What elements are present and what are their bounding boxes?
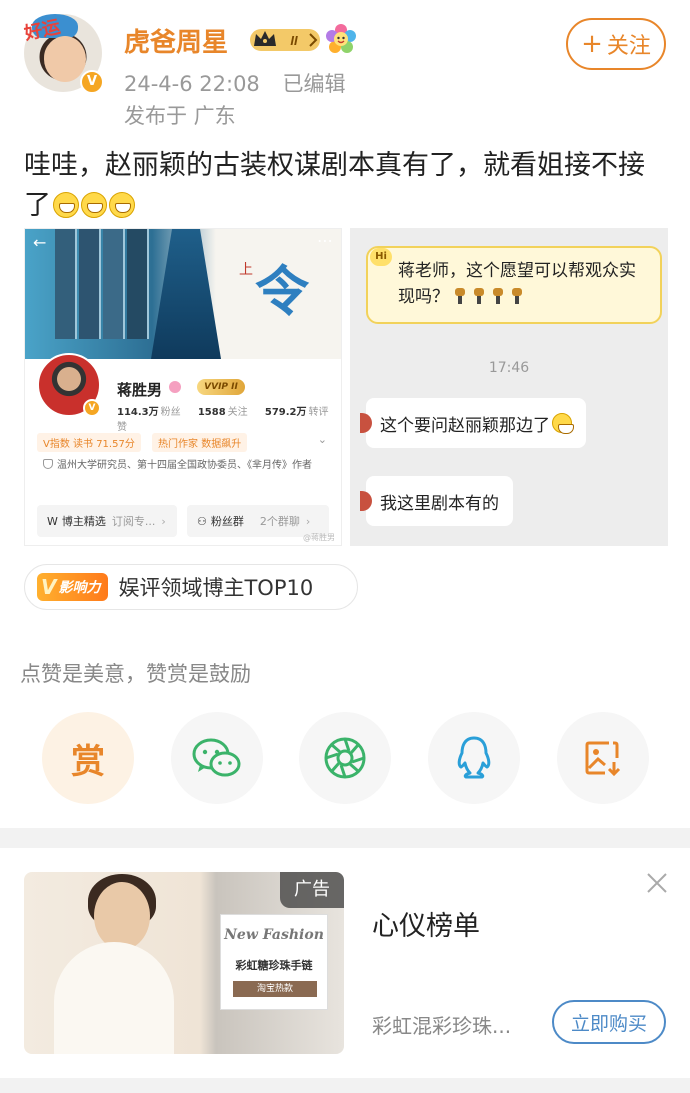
image-watermark: @蒋胜男	[303, 533, 335, 542]
book-volume-glyph: 上	[239, 262, 253, 278]
ad-description: 彩虹混彩珍珠...	[372, 1014, 512, 1038]
stat-following: 1588 关注	[197, 407, 248, 418]
profile-avatar: V	[37, 353, 101, 417]
ad-model-body	[54, 942, 174, 1054]
share-wechat-button[interactable]	[171, 712, 263, 804]
post-body: 哇哇，赵丽颖的古装权谋剧本真有了，就看姐接不接了	[24, 146, 668, 226]
grin-emoji-icon	[552, 413, 574, 434]
grin-emoji-icon	[53, 192, 79, 218]
cheer-icon	[452, 288, 468, 304]
qq-icon	[457, 736, 491, 779]
ad-card-button: 淘宝热款	[233, 981, 317, 997]
post-image-profile-screenshot[interactable]: 令 上 ← ⋯ V 蒋胜男 VVIP II 114.3万 粉丝 1588 关注 57…	[24, 228, 342, 546]
profile-bio: 温州大学研究员、第十四届全国政协委员、《芈月传》作者	[43, 459, 333, 473]
ad-model-face	[94, 882, 150, 950]
author-avatar[interactable]: 好运 V	[23, 14, 104, 94]
profile-tags: V指数 读书 71.57分 热门作家 数据飙升	[37, 433, 255, 452]
featured-button: 𝖶 博主精选 订阅专... ›	[37, 505, 177, 537]
edited-label[interactable]: 已编辑	[282, 72, 345, 96]
ad-image[interactable]: New Fashion 彩虹糖珍珠手链 淘宝热款 广告	[24, 872, 344, 1054]
buy-now-button[interactable]: 立即购买	[552, 1000, 666, 1044]
profile-tag: V指数 读书 71.57分	[37, 433, 141, 452]
share-moments-button[interactable]	[299, 712, 391, 804]
sender-avatar	[360, 491, 372, 511]
ad-product-card: New Fashion 彩虹糖珍珠手链 淘宝热款	[220, 914, 328, 1010]
sender-avatar	[360, 413, 372, 433]
post-meta: 24-4-6 22:08 已编辑	[124, 68, 361, 98]
share-qq-button[interactable]	[428, 712, 520, 804]
reward-icon: 赏	[71, 741, 105, 782]
book-spine	[127, 229, 149, 339]
shield-icon	[43, 459, 53, 469]
book-spine	[79, 229, 101, 339]
cheer-icon	[509, 288, 525, 304]
save-image-icon	[585, 741, 621, 777]
more-icon[interactable]: ⋯	[317, 231, 333, 250]
member-level-text: II	[290, 33, 298, 48]
section-divider	[0, 828, 690, 848]
chevron-down-icon: ⌄	[317, 433, 327, 446]
verified-badge-icon: V	[80, 70, 104, 94]
profile-stats: 114.3万 粉丝 1588 关注 579.2万 转评赞	[117, 403, 341, 433]
avatar-face	[44, 36, 86, 82]
bookmark-icon: 𝖶	[47, 514, 58, 528]
ad-title[interactable]: 心仪榜单	[372, 904, 480, 943]
post-image-chat-screenshot[interactable]: 蒋老师，这个愿望可以帮观众实现吗？ Hi 17:46 这个要问赵丽颖那边了 我这…	[350, 228, 668, 546]
stat-followers: 114.3万 粉丝	[117, 407, 181, 418]
plus-icon: +	[581, 29, 603, 59]
chat-question-bubble: 蒋老师，这个愿望可以帮观众实现吗？	[366, 246, 662, 324]
grin-emoji-icon	[109, 192, 135, 218]
ad-card-title: New Fashion	[224, 927, 324, 943]
wechat-icon	[192, 738, 241, 777]
moments-icon	[324, 737, 366, 779]
vvip-badge: VVIP II	[197, 379, 245, 395]
profile-name: 蒋胜男	[117, 381, 163, 399]
back-arrow-icon[interactable]: ←	[33, 233, 46, 252]
figure-costume	[151, 229, 221, 359]
group-icon: ⚇	[197, 514, 207, 528]
profile-banner: 令 上 ← ⋯	[25, 229, 341, 359]
book-spine	[55, 229, 77, 339]
grin-emoji-icon	[81, 192, 107, 218]
save-image-button[interactable]	[557, 712, 649, 804]
book-spine	[103, 229, 125, 339]
post-timestamp: 24-4-6 22:08	[124, 72, 260, 96]
gender-icon	[169, 381, 181, 393]
hi-sticker: Hi	[370, 248, 392, 266]
author-name[interactable]: 虎爸周星	[124, 22, 228, 59]
close-icon[interactable]	[642, 868, 672, 898]
follow-button[interactable]: + 关注	[566, 18, 666, 70]
chat-time: 17:46	[488, 360, 530, 376]
cheer-icon	[490, 288, 506, 304]
ad-label: 广告	[280, 872, 344, 908]
influence-text: 娱评领域博主TOP10	[118, 576, 314, 600]
flower-emoji-icon	[326, 24, 356, 53]
influence-badge: V 影响力	[37, 573, 109, 601]
profile-tag: 热门作家 数据飙升	[152, 433, 248, 452]
member-level-badge-icon: II	[250, 29, 320, 51]
influence-tag[interactable]: V 影响力 娱评领域博主TOP10	[24, 564, 358, 610]
verified-badge-icon: V	[83, 399, 101, 417]
follow-label: 关注	[606, 34, 651, 59]
book-title-glyph: 令	[255, 260, 309, 323]
bottom-divider	[0, 1078, 690, 1093]
post-location: 发布于 广东	[124, 104, 236, 128]
chat-reply-bubble: 这个要问赵丽颖那边了	[360, 398, 586, 448]
chat-reply-bubble: 我这里剧本有的	[360, 476, 513, 526]
cheer-icon	[471, 288, 487, 304]
reward-button[interactable]: 赏	[42, 712, 134, 804]
reward-hint: 点赞是美意，赞赏是鼓励	[20, 662, 251, 686]
ad-card-subtitle: 彩虹糖珍珠手链	[235, 959, 313, 972]
